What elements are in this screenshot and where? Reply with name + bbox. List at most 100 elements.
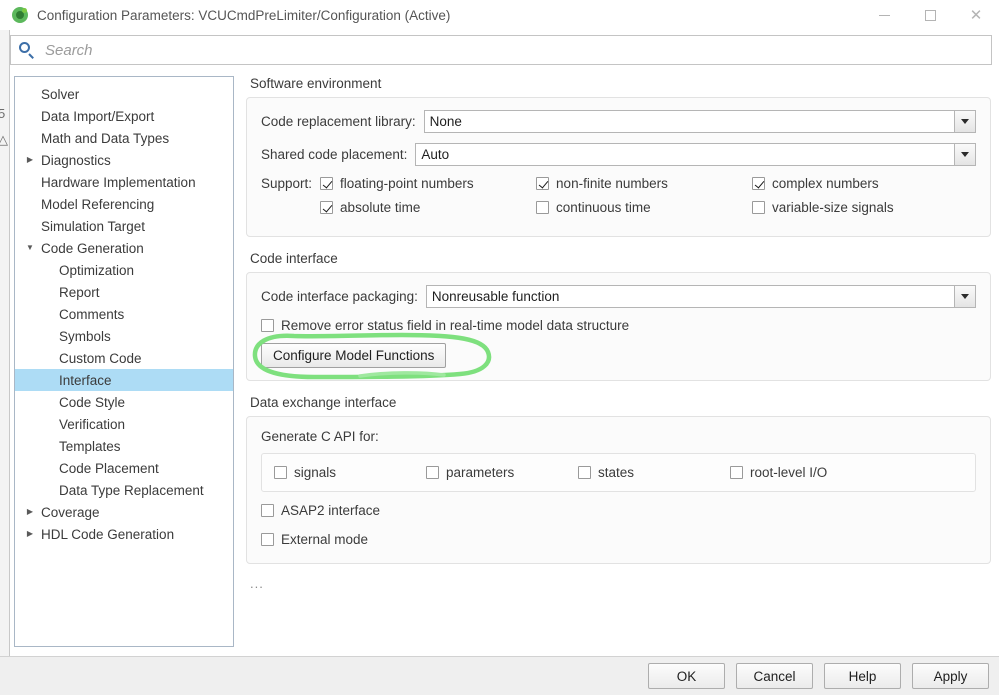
support-floating-point-numbers-checkbox[interactable]: floating-point numbers bbox=[320, 176, 536, 191]
code-replacement-library-value: None bbox=[424, 111, 954, 132]
checkbox-box bbox=[274, 466, 287, 479]
checkbox-box bbox=[261, 533, 274, 546]
checkbox-box bbox=[261, 504, 274, 517]
apply-button[interactable]: Apply bbox=[912, 663, 989, 689]
sidebar-item-label: Coverage bbox=[41, 504, 100, 520]
shared-code-placement-select[interactable]: Auto bbox=[415, 143, 976, 166]
background-mark-2: △ bbox=[0, 132, 8, 148]
chevron-right-icon[interactable]: ▶ bbox=[23, 508, 37, 516]
sidebar-item-label: Comments bbox=[59, 306, 125, 322]
chevron-down-icon[interactable]: ▼ bbox=[23, 244, 37, 252]
chevron-down-icon[interactable] bbox=[954, 144, 975, 165]
sidebar-item-comments[interactable]: Comments bbox=[15, 303, 233, 325]
code-interface-packaging-value: Nonreusable function bbox=[426, 286, 954, 307]
sidebar-item-optimization[interactable]: Optimization bbox=[15, 259, 233, 281]
checkbox-label: non-finite numbers bbox=[556, 176, 668, 191]
support-variable-size-signals-checkbox[interactable]: variable-size signals bbox=[752, 200, 968, 215]
sidebar-item-data-type-replacement[interactable]: Data Type Replacement bbox=[15, 479, 233, 501]
sidebar-item-code-generation[interactable]: ▼ Code Generation bbox=[15, 237, 233, 259]
sidebar-item-solver[interactable]: Solver bbox=[15, 83, 233, 105]
sidebar-item-report[interactable]: Report bbox=[15, 281, 233, 303]
software-environment-section: Software environment Code replacement li… bbox=[246, 76, 991, 237]
sidebar-item-symbols[interactable]: Symbols bbox=[15, 325, 233, 347]
sidebar-item-label: Code Placement bbox=[59, 460, 159, 476]
generate-c-api-label: Generate C API for: bbox=[261, 429, 379, 444]
code-interface-box: Code interface packaging: Nonreusable fu… bbox=[246, 272, 991, 381]
asap2-row: ASAP2 interface bbox=[261, 503, 976, 522]
checkbox-label: root-level I/O bbox=[750, 465, 828, 480]
chevron-right-icon[interactable]: ▶ bbox=[23, 530, 37, 538]
sidebar-item-interface[interactable]: Interface bbox=[15, 369, 233, 391]
configure-model-functions-button[interactable]: Configure Model Functions bbox=[261, 343, 447, 368]
support-complex-numbers-checkbox[interactable]: complex numbers bbox=[752, 176, 968, 191]
sidebar-item-verification[interactable]: Verification bbox=[15, 413, 233, 435]
c-api-root-level-i-o-checkbox[interactable]: root-level I/O bbox=[730, 465, 882, 480]
search-bar: Search bbox=[10, 35, 992, 65]
c-api-states-checkbox[interactable]: states bbox=[578, 465, 730, 480]
sidebar-item-data-import-export[interactable]: Data Import/Export bbox=[15, 105, 233, 127]
sidebar-item-hdl-code-generation[interactable]: ▶ HDL Code Generation bbox=[15, 523, 233, 545]
minimize-button[interactable] bbox=[861, 0, 907, 30]
support-continuous-time-checkbox[interactable]: continuous time bbox=[536, 200, 752, 215]
external-mode-label: External mode bbox=[281, 532, 369, 547]
sidebar-item-label: Simulation Target bbox=[41, 218, 146, 234]
sidebar-item-label: Data Type Replacement bbox=[59, 482, 204, 498]
code-interface-packaging-row: Code interface packaging: Nonreusable fu… bbox=[261, 285, 976, 308]
checkbox-box bbox=[261, 319, 274, 332]
search-input[interactable]: Search bbox=[10, 35, 992, 65]
checkbox-label: variable-size signals bbox=[772, 200, 894, 215]
sidebar-item-hardware-implementation[interactable]: Hardware Implementation bbox=[15, 171, 233, 193]
settings-tree[interactable]: Solver Data Import/Export Math and Data Ty… bbox=[14, 76, 234, 647]
code-replacement-library-row: Code replacement library: None bbox=[261, 110, 976, 133]
sidebar-item-templates[interactable]: Templates bbox=[15, 435, 233, 457]
remove-error-status-checkbox[interactable]: Remove error status field in real-time m… bbox=[261, 318, 629, 333]
code-replacement-library-select[interactable]: None bbox=[423, 110, 976, 133]
generate-c-api-group: signals parameters states root-level I/O bbox=[261, 453, 976, 492]
simulink-icon bbox=[12, 7, 28, 23]
sidebar-item-simulation-target[interactable]: Simulation Target bbox=[15, 215, 233, 237]
maximize-button[interactable] bbox=[907, 0, 953, 30]
remove-error-status-label: Remove error status field in real-time m… bbox=[281, 318, 630, 333]
sidebar-item-label: Model Referencing bbox=[41, 196, 155, 212]
support-absolute-time-checkbox[interactable]: absolute time bbox=[320, 200, 536, 215]
help-button[interactable]: Help bbox=[824, 663, 901, 689]
chevron-down-icon[interactable] bbox=[954, 286, 975, 307]
sidebar-item-label: Interface bbox=[59, 372, 112, 388]
ok-button[interactable]: OK bbox=[648, 663, 725, 689]
c-api-signals-checkbox[interactable]: signals bbox=[274, 465, 426, 480]
c-api-parameters-checkbox[interactable]: parameters bbox=[426, 465, 578, 480]
code-interface-packaging-label: Code interface packaging: bbox=[261, 289, 418, 304]
checkbox-label: states bbox=[598, 465, 635, 480]
code-interface-packaging-select[interactable]: Nonreusable function bbox=[425, 285, 976, 308]
checkbox-box bbox=[752, 177, 766, 190]
checkbox-box bbox=[536, 201, 550, 214]
sidebar-item-code-style[interactable]: Code Style bbox=[15, 391, 233, 413]
sidebar-item-model-referencing[interactable]: Model Referencing bbox=[15, 193, 233, 215]
checkbox-label: parameters bbox=[446, 465, 515, 480]
software-environment-box: Code replacement library: None Shared co… bbox=[246, 97, 991, 237]
chevron-down-icon[interactable] bbox=[954, 111, 975, 132]
sidebar-item-code-placement[interactable]: Code Placement bbox=[15, 457, 233, 479]
chevron-right-icon[interactable]: ▶ bbox=[23, 156, 37, 164]
sidebar-item-coverage[interactable]: ▶ Coverage bbox=[15, 501, 233, 523]
more-settings-ellipsis[interactable]: ... bbox=[250, 576, 991, 591]
sidebar-item-custom-code[interactable]: Custom Code bbox=[15, 347, 233, 369]
sidebar-item-label: Diagnostics bbox=[41, 152, 111, 168]
sidebar-item-label: Solver bbox=[41, 86, 80, 102]
code-interface-section: Code interface Code interface packaging:… bbox=[246, 251, 991, 381]
dialog-footer: OK Cancel Help Apply bbox=[0, 656, 999, 695]
asap2-interface-checkbox[interactable]: ASAP2 interface bbox=[261, 503, 380, 518]
sidebar-item-diagnostics[interactable]: ▶ Diagnostics bbox=[15, 149, 233, 171]
close-button[interactable]: ✕ bbox=[953, 0, 999, 30]
checkbox-label: continuous time bbox=[556, 200, 651, 215]
window-title: Configuration Parameters: VCUCmdPreLimit… bbox=[37, 7, 451, 23]
shared-code-placement-label: Shared code placement: bbox=[261, 147, 408, 162]
external-mode-checkbox[interactable]: External mode bbox=[261, 532, 368, 547]
data-exchange-interface-box: Generate C API for: signals parameters sta… bbox=[246, 416, 991, 564]
support-non-finite-numbers-checkbox[interactable]: non-finite numbers bbox=[536, 176, 752, 191]
checkbox-label: signals bbox=[294, 465, 337, 480]
sidebar-item-math-and-data-types[interactable]: Math and Data Types bbox=[15, 127, 233, 149]
window-controls: ✕ bbox=[861, 0, 999, 30]
checkbox-label: complex numbers bbox=[772, 176, 879, 191]
cancel-button[interactable]: Cancel bbox=[736, 663, 813, 689]
